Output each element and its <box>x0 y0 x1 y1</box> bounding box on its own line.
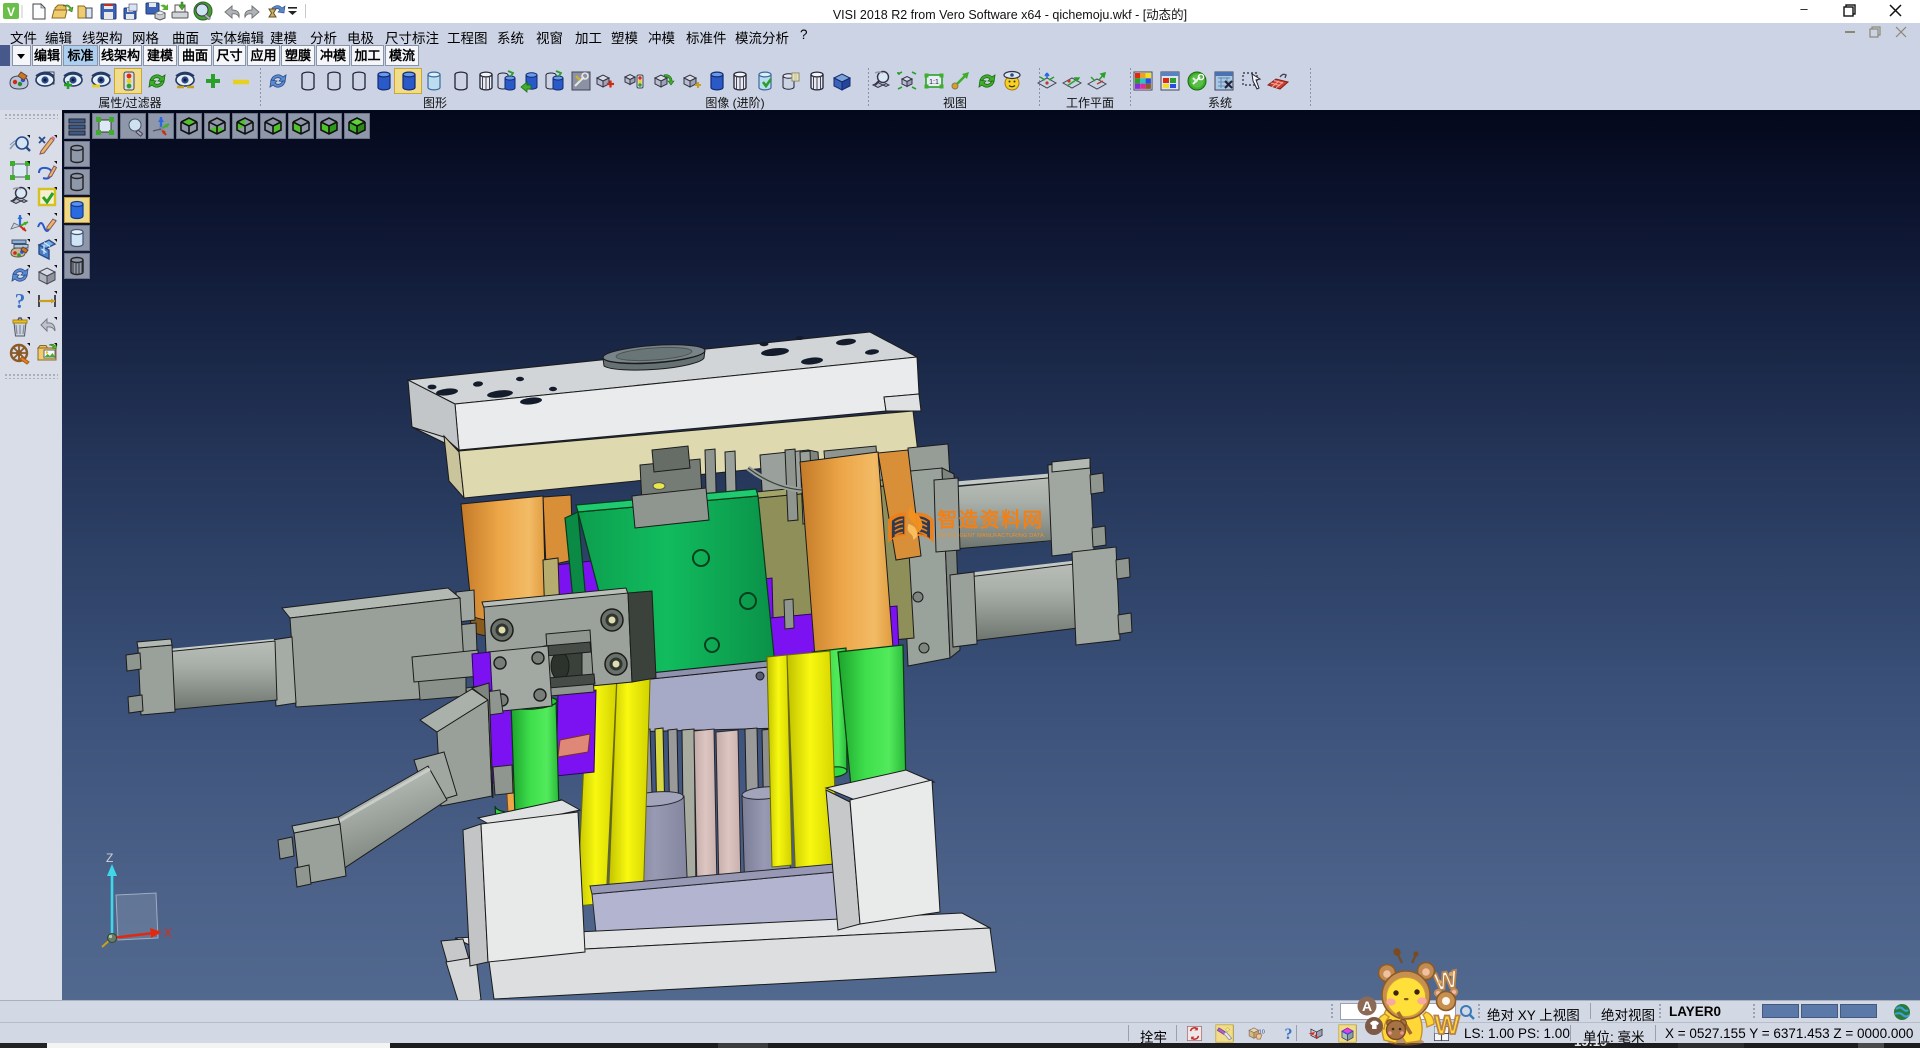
svg-text:1:1: 1:1 <box>929 79 939 86</box>
svg-text:INTELLIGENT MANUFACTURING DATA: INTELLIGENT MANUFACTURING DATA <box>938 533 1044 539</box>
svg-text:W: W <box>1434 1010 1460 1040</box>
svg-text:智造资料网: 智造资料网 <box>937 509 1043 532</box>
svg-text:X: X <box>164 926 172 940</box>
svg-text:Z: Z <box>106 851 113 865</box>
svg-text:?: ? <box>1285 1026 1293 1043</box>
svg-text:A: A <box>1362 998 1372 1014</box>
svg-text:?: ? <box>15 289 26 313</box>
svg-text:10: 10 <box>1259 1030 1265 1036</box>
svg-text:V: V <box>7 5 15 19</box>
